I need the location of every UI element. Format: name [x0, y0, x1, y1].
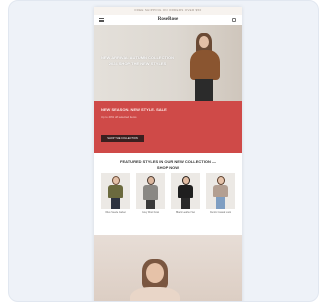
hero-headline: NEW ARRIVAL AUTUMN COLLECTION 2024 SHOP …: [100, 55, 175, 66]
product-photo[interactable]: [206, 173, 235, 209]
page-preview[interactable]: FREE SHIPPING ON ORDERS OVER $50 RoseRos…: [94, 7, 242, 301]
product-photo[interactable]: [171, 173, 200, 209]
product-card[interactable]: Denim Casual Look: [206, 173, 235, 221]
announcement-bar: FREE SHIPPING ON ORDERS OVER $50: [94, 7, 242, 15]
hero-banner[interactable]: NEW ARRIVAL AUTUMN COLLECTION 2024 SHOP …: [94, 25, 242, 101]
preview-canvas: FREE SHIPPING ON ORDERS OVER $50 RoseRos…: [8, 0, 319, 302]
product-label[interactable]: Olive Suede Jacket: [105, 211, 126, 214]
product-card[interactable]: Olive Suede Jacket: [101, 173, 130, 221]
sale-subtitle: Up to 40% off selected items: [101, 114, 137, 119]
featured-section: FEATURED STYLES IN OUR NEW COLLECTION — …: [94, 153, 242, 235]
site-header: RoseRose: [94, 15, 242, 25]
product-grid: Olive Suede Jacket Grey Wool Coat Black …: [101, 173, 235, 221]
product-photo[interactable]: [101, 173, 130, 209]
product-card[interactable]: Black Leather Set: [171, 173, 200, 221]
announcement-text: FREE SHIPPING ON ORDERS OVER $50: [134, 8, 202, 12]
sale-title: NEW SEASON. NEW STYLE. SALE: [101, 107, 167, 112]
product-label[interactable]: Black Leather Set: [176, 211, 195, 214]
hero-model-image: [182, 33, 230, 101]
sale-promo-band: NEW SEASON. NEW STYLE. SALE Up to 40% of…: [94, 101, 242, 153]
product-label[interactable]: Grey Wool Coat: [142, 211, 159, 214]
product-photo[interactable]: [136, 173, 165, 209]
cart-icon[interactable]: [232, 18, 236, 22]
product-label[interactable]: Denim Casual Look: [210, 211, 231, 214]
lifestyle-model-image: [124, 253, 184, 301]
shop-collection-button[interactable]: SHOP THE COLLECTION: [101, 135, 144, 142]
featured-heading: FEATURED STYLES IN OUR NEW COLLECTION — …: [120, 159, 216, 170]
product-card[interactable]: Grey Wool Coat: [136, 173, 165, 221]
brand-logo[interactable]: RoseRose: [94, 17, 242, 22]
lifestyle-banner[interactable]: [94, 235, 242, 301]
